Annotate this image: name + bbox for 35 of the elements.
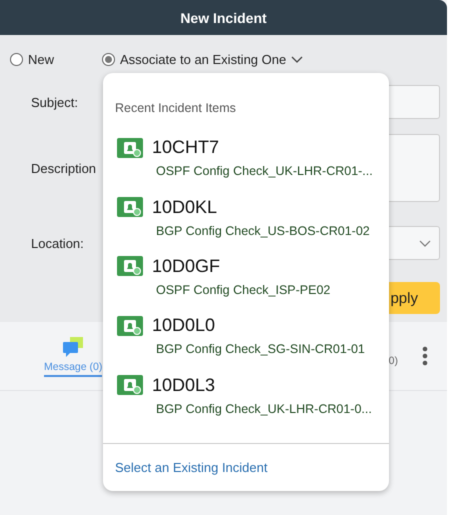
- select-incident-link[interactable]: Select an Existing Incident: [115, 460, 268, 476]
- incident-id: 10D0GF: [152, 256, 220, 277]
- incident-id: 10CHT7: [152, 137, 220, 158]
- field-label: Location:: [30, 236, 85, 250]
- tab[interactable]: 0): [388, 341, 398, 371]
- chevron-icon[interactable]: [291, 56, 304, 63]
- incident-subtitle: OSPF Config Check_UK-LHR-CR01-...: [156, 164, 373, 178]
- incident-subtitle: OSPF Config Check_ISP-PE02: [156, 282, 330, 297]
- chat-icon: [62, 336, 84, 358]
- incident-item[interactable]: 10CHT7 OSPF Config Check_UK-LHR-CR01-...: [103, 128, 389, 188]
- incident-subtitle: BGP Config Check_US-BOS-CR01-02: [156, 224, 370, 238]
- field-label: Subject:: [30, 94, 79, 110]
- incident-item[interactable]: 10D0L0 BGP Config Check_SG-SIN-CR01-01: [103, 306, 389, 366]
- incident-item[interactable]: 10D0GF OSPF Config Check_ISP-PE02: [103, 246, 389, 306]
- incident-subtitle: BGP Config Check_SG-SIN-CR01-01: [156, 342, 365, 356]
- chevron-icon: [419, 240, 431, 246]
- incident-item[interactable]: 10D0L3 BGP Config Check_UK-LHR-CR01-0...: [103, 366, 389, 426]
- incident-icon: [117, 316, 143, 336]
- incident-icon: [117, 197, 143, 217]
- incident-icon: [117, 138, 143, 158]
- radio-label[interactable]: Associate to an Existing One: [120, 52, 286, 67]
- radio-label[interactable]: New: [28, 52, 54, 67]
- incident-icon: [117, 256, 143, 276]
- radio-button[interactable]: [102, 53, 116, 66]
- incident-id: 10D0KL: [152, 196, 218, 218]
- incident-subtitle: BGP Config Check_UK-LHR-CR01-0...: [156, 402, 372, 416]
- incident-item[interactable]: 10D0KL BGP Config Check_US-BOS-CR01-02: [103, 187, 389, 247]
- radio-button[interactable]: [10, 53, 23, 66]
- incident-icon: [117, 375, 143, 396]
- incident-id: 10D0L0: [152, 315, 216, 336]
- window-title: New Incident: [0, 0, 447, 35]
- incident-id: 10D0L3: [152, 374, 216, 396]
- menu-heading: Recent Incident Items: [115, 101, 236, 115]
- field-label: Description: [30, 160, 98, 176]
- more-icon[interactable]: [422, 346, 428, 366]
